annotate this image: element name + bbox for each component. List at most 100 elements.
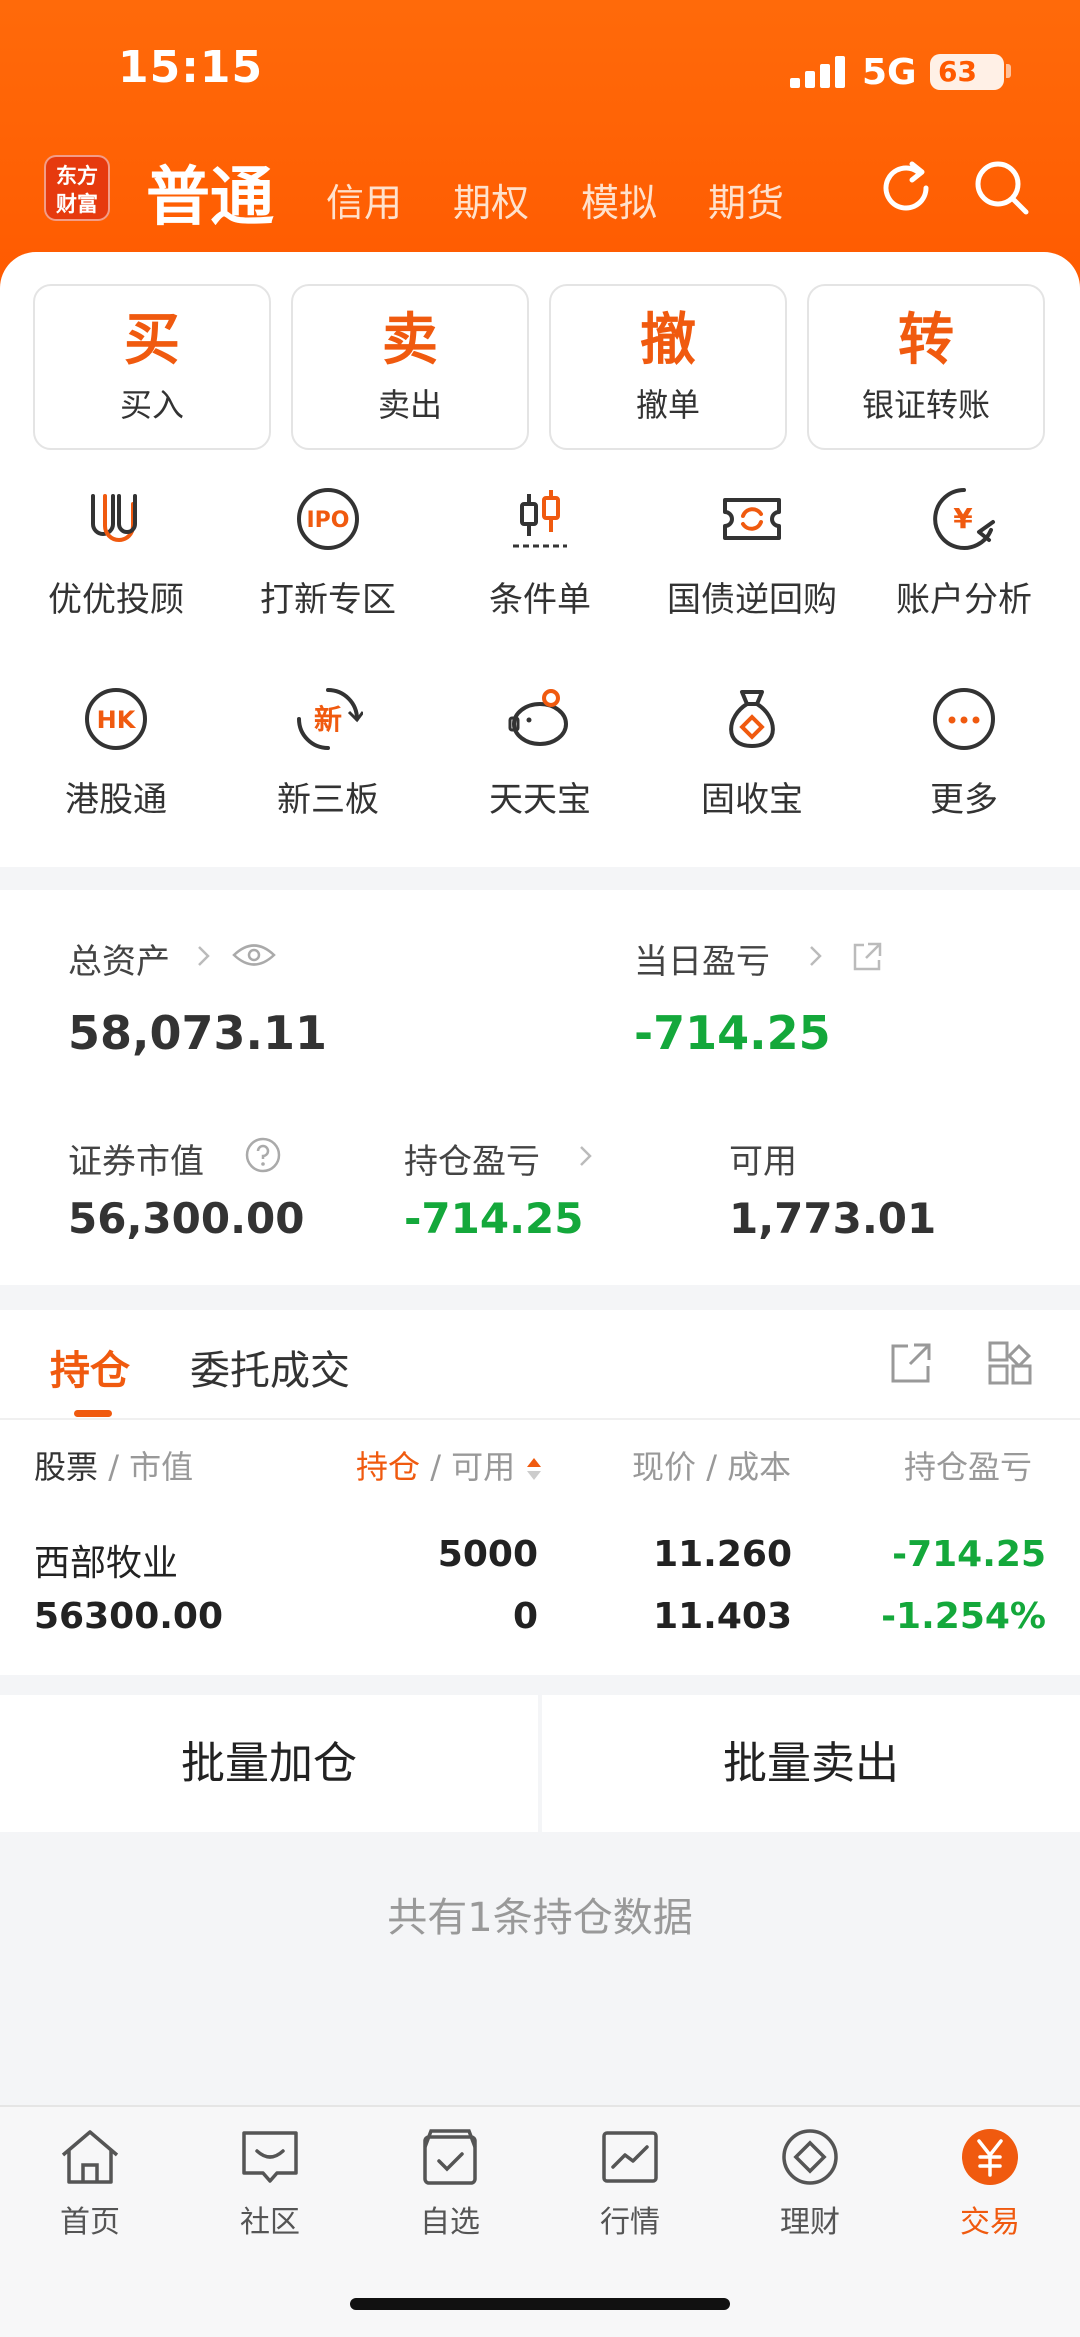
total-assets-label[interactable]: 总资产 — [68, 934, 170, 983]
position-pl: -714.25 — [892, 1534, 1046, 1575]
logo-line-1: 东方 — [56, 164, 98, 188]
current-price: 11.260 — [653, 1534, 792, 1575]
tab-label: 自选 — [420, 2205, 480, 2240]
col-position: 持仓 — [356, 1448, 421, 1486]
service-label: 优优投顾 — [48, 580, 184, 620]
service-label: 更多 — [930, 780, 998, 820]
cancel-label: 撤单 — [635, 386, 700, 424]
service-conditional-order[interactable]: 条件单 — [435, 484, 645, 621]
batch-sell-button[interactable]: 批量卖出 — [542, 1695, 1080, 1832]
stock-name: 西部牧业 — [34, 1543, 179, 1584]
active-tab-indicator — [74, 1410, 112, 1417]
sell-label: 卖出 — [377, 386, 442, 424]
svg-text:¥: ¥ — [953, 502, 973, 535]
uu-advisor-icon — [91, 494, 137, 542]
market-icon — [602, 2131, 658, 2183]
stock-market-value: 56300.00 — [34, 1596, 224, 1637]
tab-wealth[interactable]: 理财 — [720, 2127, 900, 2241]
battery-tip — [1006, 64, 1011, 78]
share-out-icon[interactable] — [888, 1340, 934, 1386]
tab-label: 社区 — [240, 2205, 300, 2240]
cancel-order-button[interactable]: 撤 撤单 — [549, 284, 787, 450]
batch-add-button[interactable]: 批量加仓 — [0, 1695, 538, 1832]
service-neeq[interactable]: 新 新三板 — [223, 684, 433, 821]
home-icon — [61, 2130, 119, 2184]
account-analysis-icon: ¥ — [933, 488, 995, 550]
service-uu-advisor[interactable]: 优优投顾 — [11, 484, 221, 621]
daily-pl-label[interactable]: 当日盈亏 — [634, 934, 770, 983]
transfer-glyph: 转 — [898, 308, 954, 373]
service-label: 天天宝 — [489, 780, 591, 820]
hk-connect-icon: HK — [85, 688, 147, 750]
transfer-label: 银证转账 — [861, 386, 990, 424]
sell-button[interactable]: 卖 卖出 — [291, 284, 529, 450]
service-label: 港股通 — [65, 780, 167, 820]
batch-actions: 批量加仓 批量卖出 — [0, 1695, 1080, 1832]
holdings-panel: 持仓 委托成交 股票 / 市值 持仓 / 可用 现价 / 成本 持仓盈亏 西部牧… — [0, 1310, 1080, 1675]
total-assets-value: 58,073.11 — [68, 1006, 327, 1060]
available-qty: 0 — [512, 1596, 538, 1637]
sell-glyph: 卖 — [382, 308, 438, 373]
market-value-label: 证券市值 — [68, 1142, 204, 1182]
service-hk-connect[interactable]: HK 港股通 — [11, 684, 221, 821]
available-value: 1,773.01 — [729, 1194, 937, 1243]
chevron-right-icon — [580, 1146, 592, 1166]
piggy-bank-icon — [508, 689, 568, 746]
tab-normal[interactable]: 普通 — [146, 146, 274, 238]
tab-trade[interactable]: 交易 — [900, 2127, 1080, 2241]
search-icon[interactable] — [970, 156, 1034, 220]
service-label: 固收宝 — [701, 780, 803, 820]
grid-layout-icon[interactable] — [987, 1340, 1033, 1386]
money-bag-icon — [729, 690, 775, 749]
position-pl-label[interactable]: 持仓盈亏 — [404, 1134, 540, 1183]
refresh-icon[interactable] — [874, 156, 938, 220]
col-stock-market-value: 股票 / 市值 — [34, 1448, 194, 1486]
col-cost: 成本 — [727, 1448, 792, 1486]
svg-text:IPO: IPO — [306, 508, 349, 533]
tab-options[interactable]: 期权 — [453, 172, 529, 227]
tab-label: 行情 — [600, 2205, 660, 2240]
service-more[interactable]: 更多 — [859, 684, 1069, 821]
service-label: 新三板 — [277, 780, 379, 820]
tab-simulation[interactable]: 模拟 — [581, 172, 657, 227]
buy-button[interactable]: 买 买入 — [33, 284, 271, 450]
logo-line-2: 财富 — [56, 192, 98, 216]
assets-summary: 总资产 58,073.11 当日盈亏 -714.25 证券市值 56,300.0… — [0, 890, 1080, 1285]
col-position-available[interactable]: 持仓 / 可用 — [356, 1442, 543, 1488]
top-nav: 东方 财富 普通 信用 期权 模拟 期货 — [0, 140, 1080, 250]
col-market-value: 市值 — [129, 1448, 194, 1486]
status-bar: 15:15 5G 63 — [0, 0, 1080, 140]
brand-logo[interactable]: 东方 财富 — [44, 155, 110, 221]
service-label: 国债逆回购 — [667, 580, 837, 620]
svg-text:新: 新 — [314, 703, 342, 736]
col-stock: 股票 — [34, 1448, 99, 1486]
service-account-analysis[interactable]: ¥ 账户分析 — [859, 484, 1069, 621]
holdings-count: 共有1条持仓数据 — [387, 1895, 693, 1941]
bank-transfer-button[interactable]: 转 银证转账 — [807, 284, 1045, 450]
eye-icon[interactable] — [232, 940, 276, 970]
share-out-icon[interactable] — [850, 940, 884, 974]
tab-community[interactable]: 社区 — [180, 2127, 360, 2241]
home-indicator[interactable] — [350, 2298, 730, 2310]
tab-orders-trades[interactable]: 委托成交 — [190, 1338, 350, 1396]
ipo-icon: IPO — [297, 488, 359, 550]
col-price: 现价 — [632, 1448, 697, 1486]
help-icon[interactable] — [244, 1136, 282, 1174]
service-ipo[interactable]: IPO 打新专区 — [223, 484, 433, 621]
tab-label: 首页 — [60, 2205, 120, 2240]
service-tiantianbao[interactable]: 天天宝 — [435, 684, 645, 821]
tab-home[interactable]: 首页 — [0, 2127, 180, 2241]
chevron-right-icon — [198, 946, 210, 966]
tab-credit[interactable]: 信用 — [326, 172, 402, 227]
tab-positions[interactable]: 持仓 — [50, 1338, 130, 1396]
tab-futures[interactable]: 期货 — [708, 172, 784, 227]
service-label: 账户分析 — [896, 580, 1032, 620]
tab-watchlist[interactable]: 自选 — [360, 2127, 540, 2241]
service-label: 打新专区 — [260, 580, 396, 620]
tab-market[interactable]: 行情 — [540, 2127, 720, 2241]
sort-icon — [527, 1458, 542, 1480]
position-pl-value: -714.25 — [404, 1194, 584, 1243]
signal-icon — [790, 56, 846, 88]
service-gushoubao[interactable]: 固收宝 — [647, 684, 857, 821]
service-bond-repo[interactable]: 国债逆回购 — [647, 484, 857, 621]
